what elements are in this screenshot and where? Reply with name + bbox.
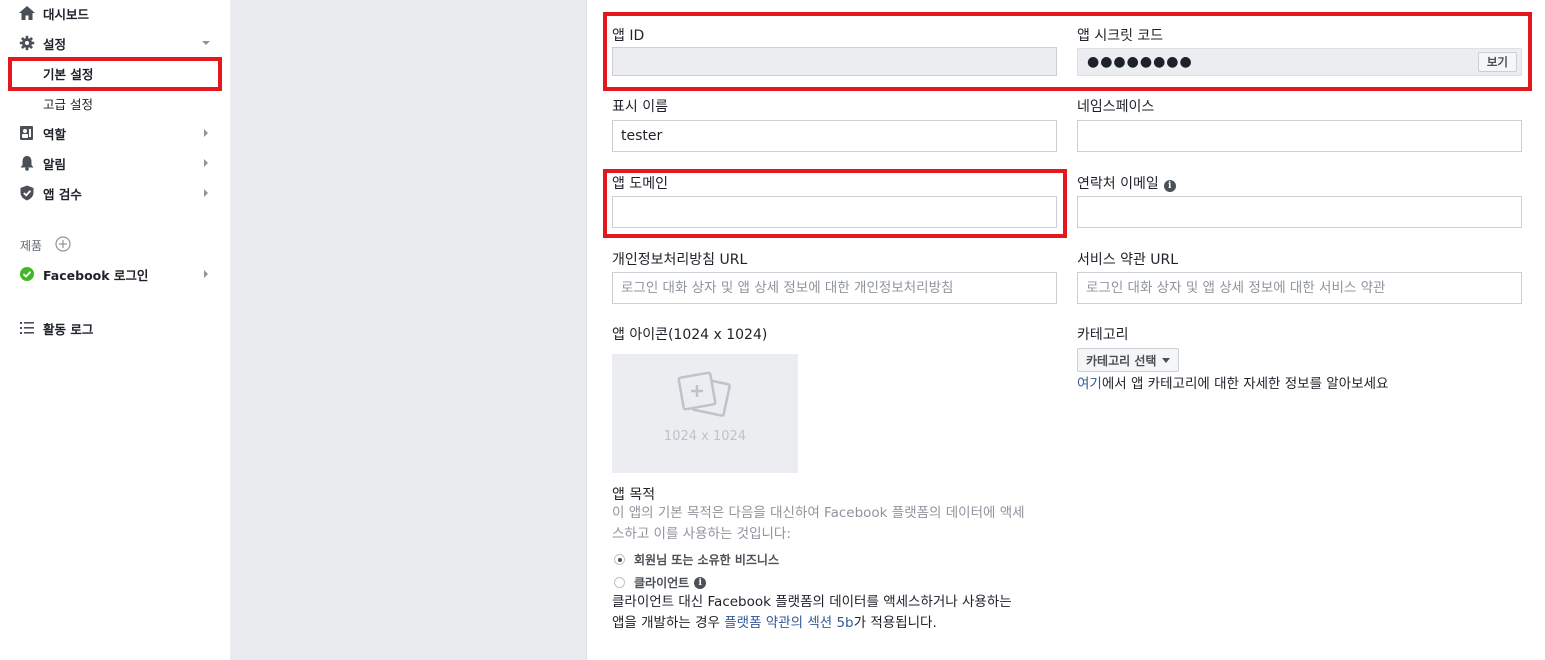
purpose-option-own-business[interactable]: 회원님 또는 소유한 비즈니스: [614, 551, 779, 568]
app-id-label: 앱 ID: [612, 28, 645, 44]
category-select-button[interactable]: 카테고리 선택: [1077, 348, 1180, 372]
check-circle-icon: [20, 267, 34, 281]
sidebar-item-label: 기본 설정: [43, 66, 94, 82]
products-section-label: 제품: [20, 239, 43, 253]
display-name-label: 표시 이름: [612, 99, 668, 115]
sidebar-item-facebook-login[interactable]: Facebook 로그인: [0, 259, 230, 289]
display-name-input[interactable]: [612, 120, 1057, 152]
sidebar-item-roles[interactable]: 역할: [0, 118, 230, 148]
info-icon[interactable]: i: [694, 576, 707, 589]
sidebar-item-notifications[interactable]: 알림: [0, 148, 230, 178]
app-purpose-description: 이 앱의 기본 목적은 다음을 대신하여 Facebook 플랫폼의 데이터에 …: [612, 503, 1025, 545]
app-icon-upload[interactable]: 1024 x 1024: [612, 354, 798, 473]
sidebar-item-label: 설정: [43, 36, 67, 52]
chevron-right-icon: [204, 129, 208, 137]
purpose-option-label: 회원님 또는 소유한 비즈니스: [634, 553, 780, 567]
image-upload-icon: [677, 371, 731, 417]
contact-email-input[interactable]: [1077, 196, 1522, 228]
bell-icon: [20, 156, 34, 171]
info-icon[interactable]: i: [1163, 180, 1176, 192]
sidebar-item-label: 알림: [43, 156, 67, 172]
category-select-label: 카테고리 선택: [1086, 353, 1157, 368]
content-gutter: [230, 0, 587, 660]
gear-icon: [19, 35, 35, 51]
app-secret-field: ●●●●●●●● 보기: [1077, 48, 1522, 76]
platform-terms-link[interactable]: 플랫폼 약관의 섹션 5b: [724, 615, 853, 631]
sidebar-item-label: 역할: [43, 126, 67, 142]
namespace-input[interactable]: [1077, 120, 1522, 152]
sidebar-item-label: 활동 로그: [43, 321, 94, 337]
chevron-down-icon: [202, 41, 210, 45]
app-domain-input[interactable]: [612, 196, 1057, 228]
app-purpose-description-line-1: 이 앱의 기본 목적은 다음을 대신하여 Facebook 플랫폼의 데이터에 …: [612, 505, 1025, 521]
sidebar-item-basic-settings[interactable]: 기본 설정: [0, 58, 230, 88]
contact-email-label: 연락처 이메일 i: [1077, 173, 1176, 193]
sidebar-item-settings[interactable]: 설정: [0, 28, 230, 58]
app-icon-size-text: 1024 x 1024: [663, 429, 747, 444]
client-purpose-note: 클라이언트 대신 Facebook 플랫폼의 데이터를 액세스하거나 사용하는 …: [612, 592, 1012, 634]
app-secret-label: 앱 시크릿 코드: [1077, 28, 1164, 44]
add-product-icon[interactable]: [55, 236, 71, 252]
client-purpose-note-line-2: 앱을 개발하는 경우 플랫폼 약관의 섹션 5b가 적용됩니다.: [612, 613, 1012, 634]
sidebar-item-label: 고급 설정: [43, 96, 93, 112]
app-secret-masked-value: ●●●●●●●●: [1087, 54, 1193, 70]
app-icon-label: 앱 아이콘(1024 x 1024): [612, 327, 768, 343]
client-purpose-note-line-1: 클라이언트 대신 Facebook 플랫폼의 데이터를 액세스하거나 사용하는: [612, 594, 1012, 610]
sidebar-item-label: Facebook 로그인: [43, 267, 149, 283]
app-id-field[interactable]: [612, 47, 1057, 76]
note-text: 앱을 개발하는 경우: [612, 615, 725, 631]
chevron-right-icon: [204, 189, 208, 197]
purpose-option-client[interactable]: 클라이언트 i: [614, 574, 707, 591]
privacy-url-label: 개인정보처리방침 URL: [612, 252, 748, 268]
terms-url-label: 서비스 약관 URL: [1077, 252, 1179, 268]
radio-unselected[interactable]: [614, 577, 625, 588]
caret-down-icon: [1162, 357, 1171, 363]
sidebar: 대시보드 설정 기본 설정 고급 설정 역할 알림 앱 검수 제품 Facebo…: [0, 0, 230, 660]
sidebar-item-app-review[interactable]: 앱 검수: [0, 178, 230, 208]
terms-url-input[interactable]: [1077, 272, 1522, 304]
note-text: 가 적용됩니다.: [853, 615, 937, 631]
app-purpose-description-line-2: 스하고 이를 사용하는 것입니다:: [612, 526, 791, 542]
category-help-rest: 에서 앱 카테고리에 대한 자세한 정보를 알아보세요: [1101, 376, 1389, 392]
sidebar-item-label: 대시보드: [43, 6, 90, 22]
privacy-url-input[interactable]: [612, 272, 1057, 304]
namespace-label: 네임스페이스: [1077, 99, 1155, 115]
category-help-text: 여기에서 앱 카테고리에 대한 자세한 정보를 알아보세요: [1077, 374, 1388, 395]
chevron-right-icon: [204, 159, 208, 167]
sidebar-item-label: 앱 검수: [43, 186, 82, 202]
purpose-option-label: 클라이언트: [634, 576, 690, 590]
radio-selected[interactable]: [614, 554, 625, 565]
show-secret-button[interactable]: 보기: [1477, 52, 1517, 72]
list-icon: [20, 322, 34, 334]
category-label: 카테고리: [1077, 327, 1129, 343]
shield-icon: [20, 185, 34, 201]
chevron-right-icon: [204, 270, 208, 278]
sidebar-item-activity-log[interactable]: 활동 로그: [0, 313, 230, 343]
app-purpose-label: 앱 목적: [612, 487, 656, 503]
category-help-link[interactable]: 여기: [1077, 376, 1102, 392]
contact-email-label-text: 연락처 이메일: [1077, 176, 1159, 192]
app-domain-label: 앱 도메인: [612, 176, 668, 192]
roles-icon: [20, 126, 33, 140]
sidebar-item-dashboard[interactable]: 대시보드: [0, 0, 230, 28]
home-icon: [19, 6, 35, 20]
sidebar-item-advanced-settings[interactable]: 고급 설정: [0, 88, 230, 118]
